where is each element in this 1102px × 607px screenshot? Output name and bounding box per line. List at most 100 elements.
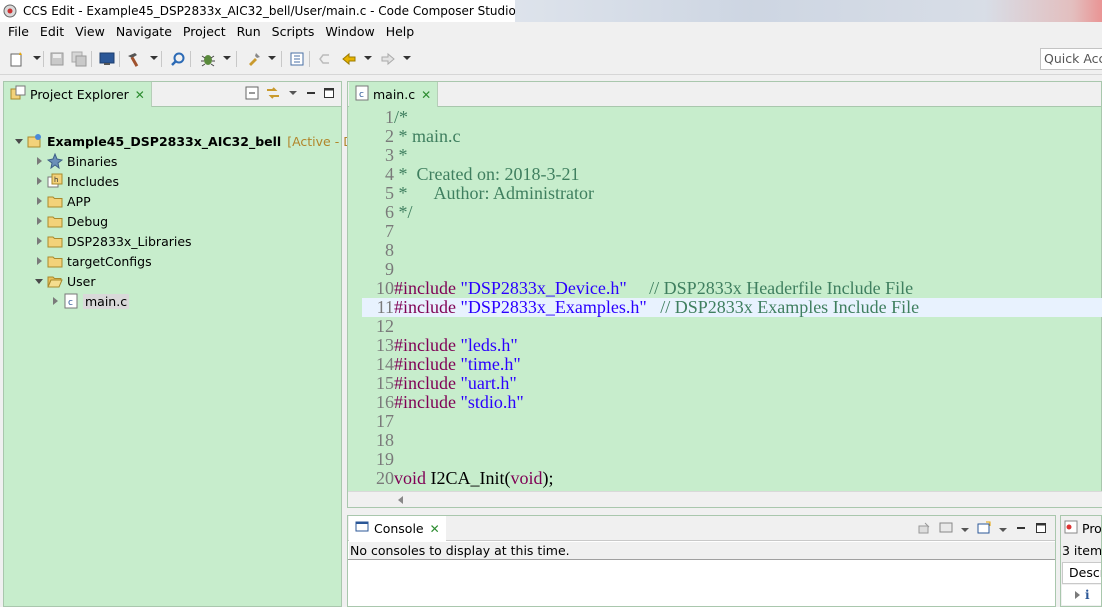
- maximize-icon[interactable]: [1035, 522, 1047, 537]
- table-row[interactable]: i: [1062, 585, 1101, 605]
- tree-item-main-c[interactable]: c main.c: [50, 291, 130, 311]
- debug-dropdown-icon[interactable]: [223, 56, 231, 60]
- build-hammer-icon[interactable]: [125, 50, 143, 68]
- last-edit-icon[interactable]: [316, 50, 334, 68]
- code-line[interactable]: 1/*: [362, 108, 1102, 127]
- line-number: 20: [376, 468, 394, 488]
- maximize-icon[interactable]: [323, 87, 335, 102]
- menu-project[interactable]: Project: [177, 22, 231, 42]
- code-line[interactable]: 10#include "DSP2833x_Device.h" // DSP283…: [362, 279, 1102, 298]
- horizontal-scrollbar[interactable]: [348, 491, 1102, 507]
- code-token: // DSP2833x Headerfile Include File: [649, 278, 914, 298]
- code-line[interactable]: 17: [362, 412, 1102, 431]
- open-console-icon[interactable]: [977, 521, 991, 538]
- code-line[interactable]: 6 */: [362, 203, 1102, 222]
- flash-icon[interactable]: [245, 50, 263, 68]
- tab-label: main.c: [373, 87, 416, 102]
- new-dropdown-icon[interactable]: [33, 56, 41, 60]
- expand-toggle-icon[interactable]: [34, 256, 44, 266]
- c-file-icon: c: [355, 85, 369, 104]
- c-file-icon: c: [63, 293, 79, 309]
- tree-item-dsp2833x-libraries[interactable]: DSP2833x_Libraries: [34, 231, 192, 251]
- menu-view[interactable]: View: [69, 22, 110, 42]
- search-icon[interactable]: [169, 50, 187, 68]
- code-token: * Author: Administrator: [394, 183, 595, 203]
- code-line[interactable]: 11#include "DSP2833x_Examples.h" // DSP2…: [362, 298, 1102, 317]
- code-line[interactable]: 2 * main.c: [362, 127, 1102, 146]
- minimize-icon[interactable]: [305, 87, 317, 102]
- close-icon[interactable]: ✕: [135, 88, 145, 102]
- terminal-icon[interactable]: [98, 50, 116, 68]
- code-line[interactable]: 13#include "leds.h": [362, 336, 1102, 355]
- expand-toggle-icon[interactable]: [34, 156, 44, 166]
- menu-edit[interactable]: Edit: [34, 22, 69, 42]
- menu-navigate[interactable]: Navigate: [110, 22, 177, 42]
- tree-item-debug[interactable]: Debug: [34, 211, 108, 231]
- expand-toggle-icon[interactable]: [34, 276, 44, 286]
- menu-run[interactable]: Run: [231, 22, 266, 42]
- tab-main-c[interactable]: c main.c ✕: [349, 82, 439, 107]
- expand-toggle-icon[interactable]: [14, 136, 24, 146]
- expand-toggle-icon[interactable]: [34, 176, 44, 186]
- code-line[interactable]: 15#include "uart.h": [362, 374, 1102, 393]
- code-line[interactable]: 19: [362, 450, 1102, 469]
- column-header-description[interactable]: Description: [1062, 562, 1101, 584]
- expand-toggle-icon[interactable]: [34, 236, 44, 246]
- open-console-dropdown-icon[interactable]: [999, 523, 1007, 537]
- editor-tabbar: c main.c ✕: [348, 82, 1101, 107]
- save-all-icon[interactable]: [70, 50, 88, 68]
- new-icon[interactable]: [8, 50, 26, 68]
- outline-icon[interactable]: [288, 50, 306, 68]
- back-arrow-icon[interactable]: [340, 50, 358, 68]
- menu-scripts[interactable]: Scripts: [266, 22, 320, 42]
- tab-project-explorer[interactable]: Project Explorer ✕: [4, 82, 152, 107]
- quick-access-field[interactable]: Quick Access: [1040, 48, 1102, 70]
- tree-item-user[interactable]: User: [34, 271, 96, 291]
- display-console-dropdown-icon[interactable]: [961, 523, 969, 537]
- code-line[interactable]: 3 *: [362, 146, 1102, 165]
- scroll-left-arrow-icon[interactable]: [398, 496, 403, 504]
- menu-file[interactable]: File: [2, 22, 34, 42]
- tree-item-includes[interactable]: h Includes: [34, 171, 119, 191]
- expand-toggle-icon[interactable]: [50, 296, 60, 306]
- build-dropdown-icon[interactable]: [150, 56, 158, 60]
- code-line[interactable]: 8: [362, 241, 1102, 260]
- pin-console-icon[interactable]: [917, 521, 931, 538]
- code-line[interactable]: 18: [362, 431, 1102, 450]
- code-line[interactable]: 12: [362, 317, 1102, 336]
- view-menu-icon[interactable]: [287, 87, 299, 102]
- close-icon[interactable]: ✕: [430, 522, 440, 536]
- tree-item-project[interactable]: Example45_DSP2833x_AIC32_bell [Active - …: [14, 131, 389, 151]
- code-line[interactable]: 4 * Created on: 2018-3-21: [362, 165, 1102, 184]
- tree-item-binaries[interactable]: Binaries: [34, 151, 117, 171]
- link-with-editor-icon[interactable]: [265, 86, 281, 103]
- code-line[interactable]: 14#include "time.h": [362, 355, 1102, 374]
- tree-item-targetconfigs[interactable]: targetConfigs: [34, 251, 152, 271]
- project-name: Example45_DSP2833x_AIC32_bell: [47, 133, 282, 149]
- expand-toggle-icon[interactable]: [1072, 590, 1082, 600]
- debug-bug-icon[interactable]: [199, 50, 217, 68]
- tab-problems[interactable]: Problems: [1061, 516, 1101, 541]
- save-icon[interactable]: [48, 50, 66, 68]
- tree-item-app[interactable]: APP: [34, 191, 91, 211]
- forward-dropdown-icon[interactable]: [403, 56, 411, 60]
- display-console-icon[interactable]: [939, 521, 953, 538]
- menu-window[interactable]: Window: [319, 22, 379, 42]
- code-editor[interactable]: 1/* 2 * main.c 3 * 4 * Created on: 2018-3-2…: [362, 108, 1102, 493]
- code-line[interactable]: 7: [362, 222, 1102, 241]
- code-line[interactable]: 5 * Author: Administrator: [362, 184, 1102, 203]
- close-icon[interactable]: ✕: [421, 88, 431, 102]
- code-line[interactable]: 20void I2CA_Init(void);: [362, 469, 1102, 488]
- code-line[interactable]: 16#include "stdio.h": [362, 393, 1102, 412]
- flash-dropdown-icon[interactable]: [268, 56, 276, 60]
- minimize-icon[interactable]: [1015, 522, 1027, 537]
- expand-toggle-icon[interactable]: [34, 216, 44, 226]
- collapse-all-icon[interactable]: [245, 86, 259, 103]
- forward-arrow-icon[interactable]: [379, 50, 397, 68]
- tab-label: Project Explorer: [30, 87, 129, 102]
- tab-console[interactable]: Console ✕: [349, 516, 446, 541]
- code-line[interactable]: 9: [362, 260, 1102, 279]
- menu-help[interactable]: Help: [380, 22, 420, 42]
- expand-toggle-icon[interactable]: [34, 196, 44, 206]
- back-dropdown-icon[interactable]: [364, 56, 372, 60]
